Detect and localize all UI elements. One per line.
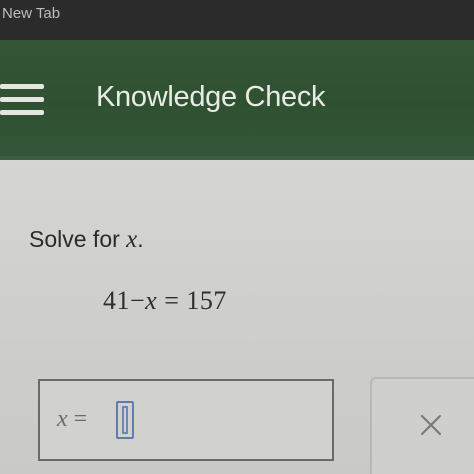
answer-variable: x [57, 406, 68, 432]
close-icon [420, 414, 442, 436]
equation-minus-sign: − [130, 286, 146, 315]
menu-button[interactable] [0, 82, 48, 118]
equation: 41−x = 157 [103, 286, 227, 316]
answer-equals-sign: = [73, 406, 88, 432]
browser-tab[interactable]: New Tab [0, 0, 150, 40]
prompt-period: . [137, 226, 144, 252]
prompt-variable: x [126, 226, 138, 253]
question-prompt: Solve for x. [29, 226, 144, 254]
equation-right-number: 157 [186, 286, 227, 315]
hamburger-menu-icon [0, 82, 46, 118]
equation-equals-sign: = [164, 286, 180, 315]
browser-tab-title: New Tab [2, 5, 61, 22]
answer-label: x = [57, 406, 87, 433]
answer-input[interactable]: x = [38, 379, 334, 461]
page-title: Knowledge Check [96, 81, 326, 113]
answer-entry-slot[interactable] [116, 401, 134, 439]
equation-left-number: 41 [103, 286, 130, 315]
equation-variable: x [145, 286, 158, 315]
prompt-text: Solve for [29, 226, 127, 252]
clear-button[interactable] [370, 377, 474, 474]
browser-tab-strip: New Tab [0, 0, 474, 40]
